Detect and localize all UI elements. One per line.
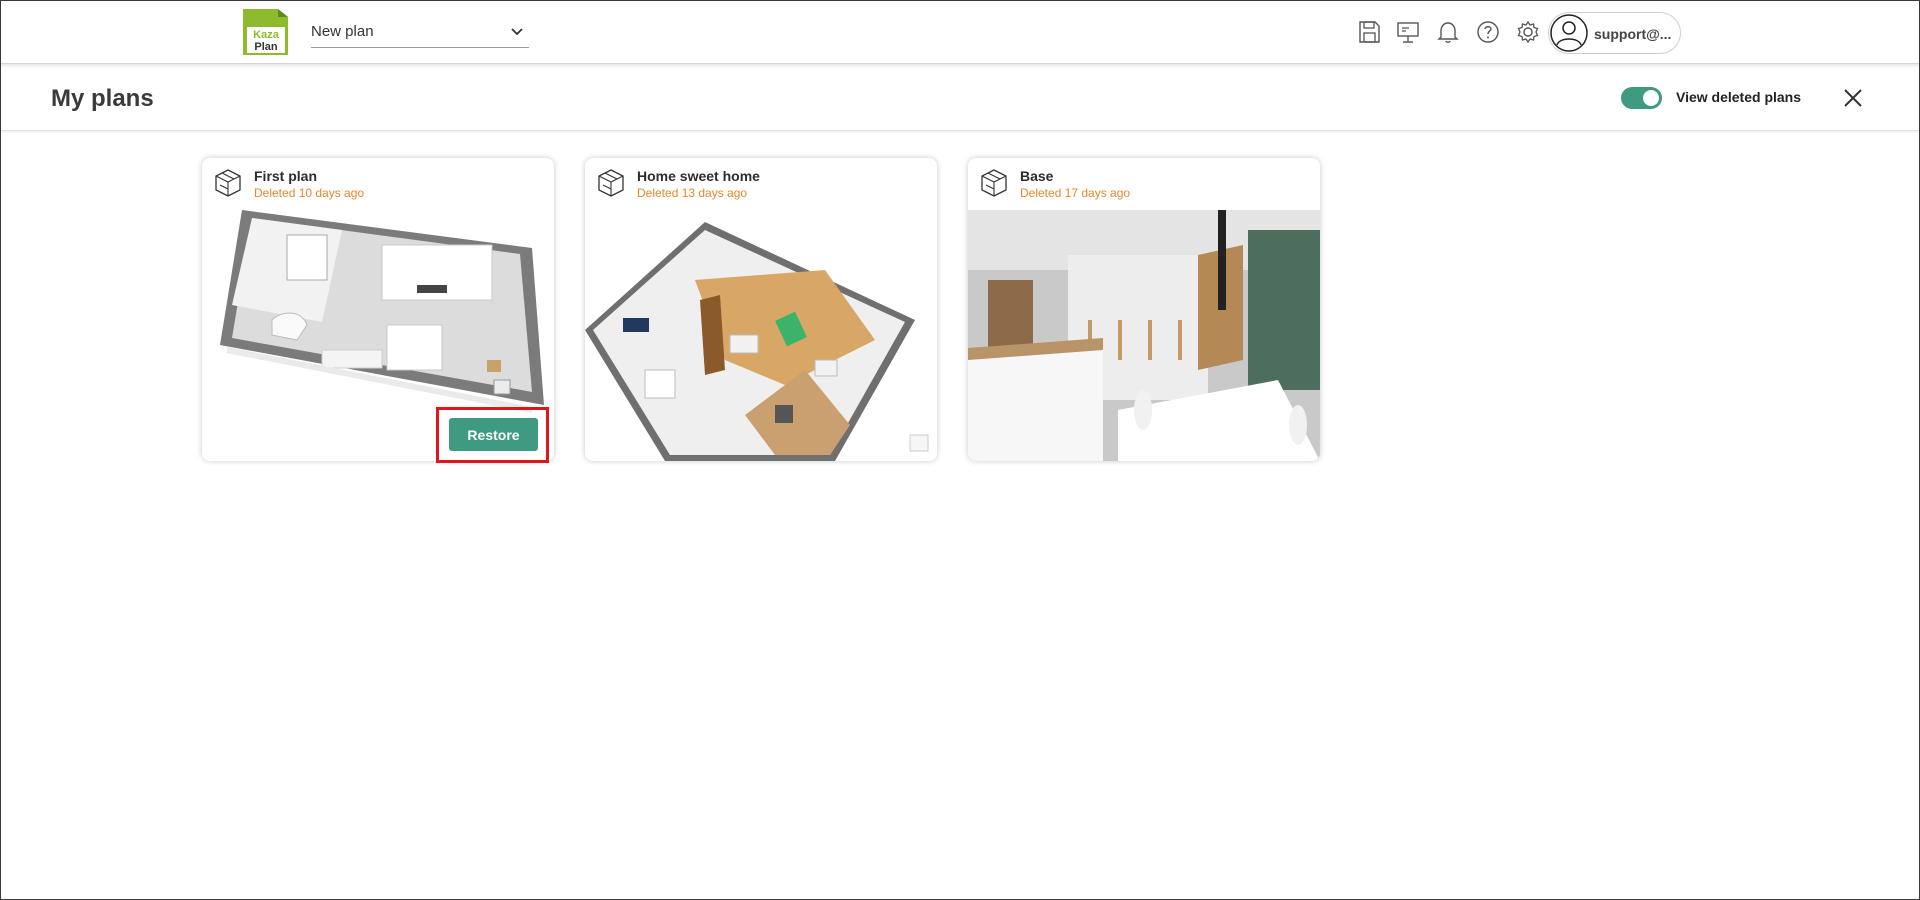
gear-icon[interactable]: [1515, 19, 1541, 45]
plan-3d-icon: [215, 169, 241, 197]
view-deleted-toggle[interactable]: [1621, 87, 1662, 109]
logo-text-kaza: Kaza: [253, 29, 280, 41]
presentation-icon[interactable]: [1395, 19, 1421, 45]
plan-deleted-status: Deleted 17 days ago: [1020, 186, 1131, 200]
save-icon[interactable]: [1356, 19, 1382, 45]
plan-3d-icon: [598, 169, 624, 197]
plan-card-first-plan[interactable]: First plan Deleted 10 days ago: [202, 158, 554, 461]
user-menu-button[interactable]: support@...: [1548, 12, 1681, 54]
title-bar: My plans View deleted plans: [1, 65, 1919, 131]
plan-deleted-status: Deleted 10 days ago: [254, 186, 365, 200]
bell-icon[interactable]: [1435, 19, 1461, 45]
user-name: support@...: [1594, 26, 1672, 42]
plan-title: First plan: [254, 168, 318, 184]
user-avatar-icon: [1550, 14, 1588, 52]
close-icon[interactable]: [1842, 87, 1864, 109]
plan-deleted-status: Deleted 13 days ago: [637, 186, 748, 200]
plan-title: Base: [1020, 168, 1054, 184]
chevron-down-icon: [511, 28, 523, 36]
plan-thumbnail: [585, 210, 937, 461]
toggle-knob: [1643, 90, 1659, 106]
plan-selector-value: New plan: [311, 23, 374, 40]
top-bar: Kaza Plan New plan support@...: [1, 1, 1919, 64]
plan-card-home-sweet-home[interactable]: Home sweet home Deleted 13 days ago: [585, 158, 937, 461]
plan-title: Home sweet home: [637, 168, 760, 184]
plan-3d-icon: [981, 169, 1007, 197]
plan-thumbnail: [968, 210, 1320, 461]
help-icon[interactable]: [1475, 19, 1501, 45]
logo-text-plan: Plan: [254, 41, 278, 53]
kazaplan-logo[interactable]: Kaza Plan: [240, 7, 292, 59]
plan-card-base[interactable]: Base Deleted 17 days ago: [968, 158, 1320, 461]
page-title: My plans: [51, 85, 154, 112]
plan-selector[interactable]: New plan: [311, 15, 529, 48]
restore-button[interactable]: Restore: [449, 418, 538, 451]
view-deleted-label: View deleted plans: [1676, 89, 1802, 105]
